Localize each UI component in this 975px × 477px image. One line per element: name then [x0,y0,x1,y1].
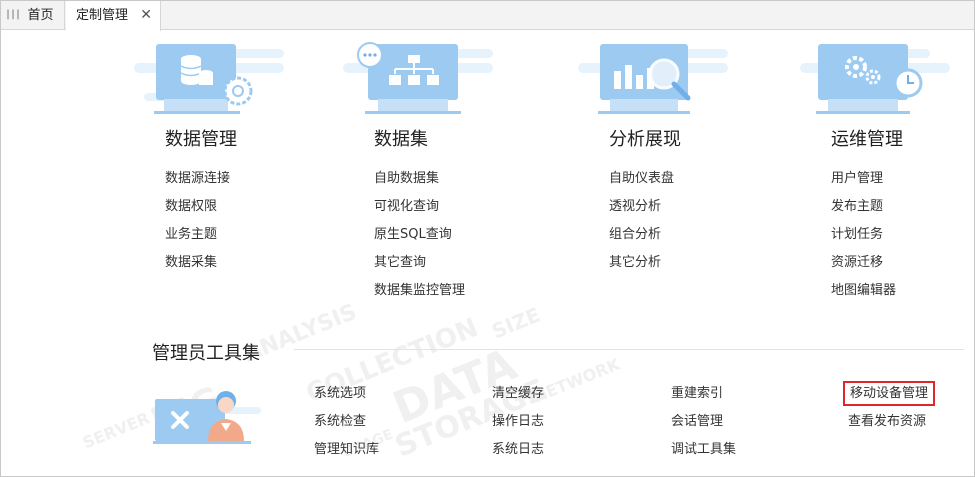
gears-clock-icon [800,44,950,114]
highlighted-label: 移动设备管理 [842,381,936,406]
category-item-list: 自助仪表盘 透视分析 组合分析 其它分析 [609,171,674,283]
tool-mobile-device-management[interactable]: 移动设备管理 [842,381,936,414]
customization-window: ||| 首页 定制管理 ✕ ANALYSIS COLLECTION DATA S… [0,0,975,477]
tab-bar: ||| 首页 定制管理 ✕ [1,1,974,31]
menu-item-native-sql-query[interactable]: 原生SQL查询 [374,227,465,255]
tool-session-management[interactable]: 会话管理 [671,414,736,442]
admin-tool-column-4: 移动设备管理 查看发布资源 [842,381,936,442]
category-title: 运维管理 [831,129,903,150]
menu-item-scheduled-tasks[interactable]: 计划任务 [831,227,896,255]
menu-item-dataset-monitoring[interactable]: 数据集监控管理 [374,283,465,311]
menu-item-user-management[interactable]: 用户管理 [831,171,896,199]
tool-rebuild-index[interactable]: 重建索引 [671,386,736,414]
category-title: 分析展现 [609,129,681,150]
admin-tool-column-2: 清空缓存 操作日志 系统日志 [492,386,544,470]
admin-tools-icon [151,391,261,444]
tool-clear-cache[interactable]: 清空缓存 [492,386,544,414]
category-item-list: 自助数据集 可视化查询 原生SQL查询 其它查询 数据集监控管理 [374,171,465,311]
tool-knowledge-base[interactable]: 管理知识库 [314,442,379,470]
tab-customization-label: 定制管理 [76,8,129,23]
menu-item-map-editor[interactable]: 地图编辑器 [831,283,896,311]
tool-system-options[interactable]: 系统选项 [314,386,379,414]
menu-item-other-analysis[interactable]: 其它分析 [609,255,674,283]
tool-view-published-resources[interactable]: 查看发布资源 [848,414,930,442]
database-gear-icon [134,44,284,114]
admin-tool-column-3: 重建索引 会话管理 调试工具集 [671,386,736,470]
tool-debug-toolset[interactable]: 调试工具集 [671,442,736,470]
menu-item-resource-migration[interactable]: 资源迁移 [831,255,896,283]
menu-item-data-permissions[interactable]: 数据权限 [165,199,230,227]
menu-item-pivot-analysis[interactable]: 透视分析 [609,199,674,227]
close-icon[interactable]: ✕ [140,1,152,30]
menu-item-visual-query[interactable]: 可视化查询 [374,199,465,227]
tab-home[interactable]: 首页 [17,1,65,30]
menu-item-data-source-connection[interactable]: 数据源连接 [165,171,230,199]
chart-magnifier-icon [578,44,728,114]
tab-grip-icon[interactable]: ||| [5,9,21,20]
category-item-list: 用户管理 发布主题 计划任务 资源迁移 地图编辑器 [831,171,896,311]
category-title: 数据集 [374,129,428,150]
menu-item-publish-topic[interactable]: 发布主题 [831,199,896,227]
menu-item-combined-analysis[interactable]: 组合分析 [609,227,674,255]
menu-item-self-service-dashboard[interactable]: 自助仪表盘 [609,171,674,199]
tool-system-check[interactable]: 系统检查 [314,414,379,442]
category-title: 数据管理 [165,129,237,150]
menu-item-self-service-dataset[interactable]: 自助数据集 [374,171,465,199]
admin-tool-column-1: 系统选项 系统检查 管理知识库 [314,386,379,470]
tool-system-log[interactable]: 系统日志 [492,442,544,470]
menu-item-other-query[interactable]: 其它查询 [374,255,465,283]
tool-operation-log[interactable]: 操作日志 [492,414,544,442]
category-item-list: 数据源连接 数据权限 业务主题 数据采集 [165,171,230,283]
dataset-tree-icon [343,42,493,114]
section-divider [294,349,964,350]
admin-toolset-title: 管理员工具集 [152,343,260,364]
menu-item-data-collection[interactable]: 数据采集 [165,255,230,283]
menu-item-business-topic[interactable]: 业务主题 [165,227,230,255]
tab-home-label: 首页 [27,8,54,23]
tab-customization-management[interactable]: 定制管理 ✕ [66,1,161,31]
